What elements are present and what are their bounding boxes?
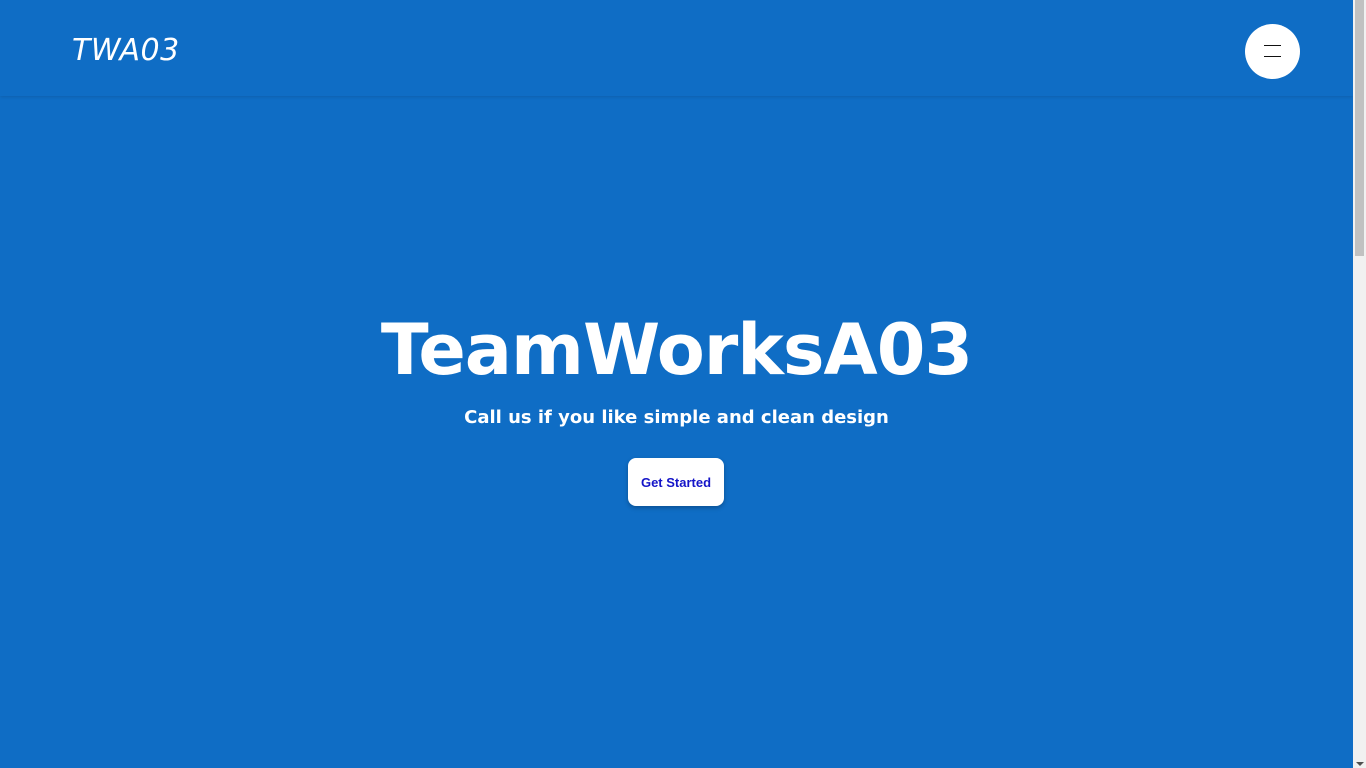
get-started-button[interactable]: Get Started — [628, 458, 724, 506]
hamburger-menu-icon — [1264, 56, 1281, 57]
scroll-down-arrow-icon[interactable] — [1356, 762, 1364, 766]
hero-title: TeamWorksA03 — [380, 309, 973, 391]
scrollbar-thumb[interactable] — [1355, 0, 1364, 256]
site-logo[interactable]: TWA03 — [72, 30, 180, 72]
menu-button[interactable] — [1245, 24, 1300, 79]
hero-subtitle: Call us if you like simple and clean des… — [464, 407, 889, 428]
page: TWA03 TeamWorksA03 Call us if you like s… — [0, 0, 1353, 768]
vertical-scrollbar[interactable] — [1353, 0, 1366, 768]
hamburger-menu-icon — [1264, 45, 1281, 46]
site-header: TWA03 — [0, 0, 1353, 96]
